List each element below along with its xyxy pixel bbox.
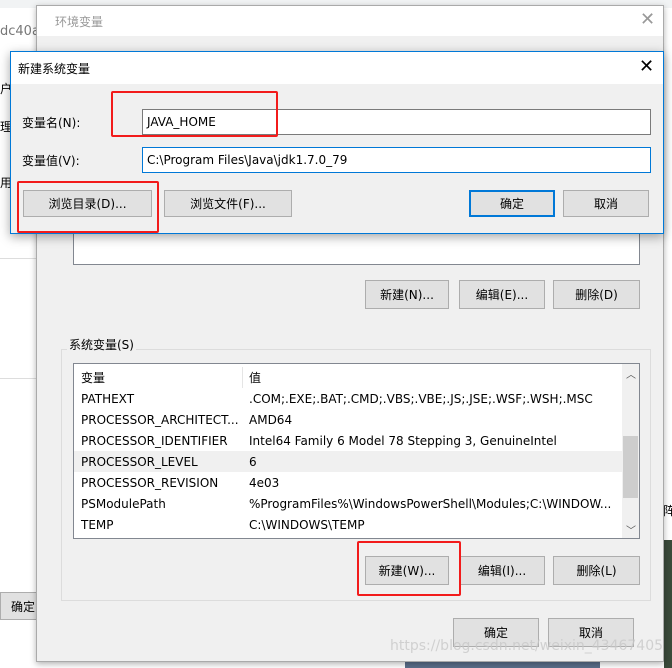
variable-value: %ProgramFiles%\WindowsPowerShell\Modules… — [249, 496, 612, 511]
system-group-label: 系统变量(S) — [67, 336, 136, 353]
chevron-down-icon[interactable]: ﹀ — [626, 522, 636, 537]
user-delete-button[interactable]: 删除(D) — [553, 280, 640, 309]
table-row[interactable]: TEMP C:\WINDOWS\TEMP — [74, 514, 622, 535]
column-header-value[interactable]: 值 — [249, 369, 261, 386]
name-label: 变量名(N): — [22, 116, 81, 130]
variable-value: AMD64 — [249, 412, 293, 427]
variable-value: 6 — [249, 454, 257, 469]
table-row[interactable]: PSModulePath %ProgramFiles%\WindowsPowerS… — [74, 493, 622, 514]
browse-file-button[interactable]: 浏览文件(F)... — [164, 190, 292, 217]
user-edit-button[interactable]: 编辑(E)... — [459, 280, 545, 309]
highlight-box — [357, 541, 461, 596]
cancel-button[interactable]: 取消 — [563, 190, 649, 217]
table-row[interactable]: PROCESSOR_IDENTIFIER Intel64 Family 6 Mod… — [74, 430, 622, 451]
list-header: 变量 值 — [74, 367, 622, 388]
highlight-box — [111, 91, 278, 137]
ok-button[interactable]: 确定 — [469, 190, 555, 217]
variable-value: 4e03 — [249, 475, 280, 490]
variable-name: PATHEXT — [81, 391, 135, 406]
value-input[interactable]: C:\Program Files\Java\jdk1.7.0_79 — [142, 147, 651, 173]
highlight-box — [17, 181, 159, 233]
watermark: https://blog.csdn.net/weixin_43467405 — [390, 638, 664, 654]
chevron-up-icon[interactable]: ︿ — [626, 366, 636, 381]
scrollbar-thumb[interactable] — [623, 436, 638, 498]
column-header-name[interactable]: 变量 — [81, 369, 105, 386]
user-new-button[interactable]: 新建(N)... — [365, 280, 449, 309]
variable-value: Intel64 Family 6 Model 78 Stepping 3, Ge… — [249, 433, 557, 448]
variable-name: TEMP — [81, 517, 114, 532]
variable-name: PROCESSOR_IDENTIFIER — [81, 433, 228, 448]
new-var-dialog-title: 新建系统变量 — [18, 62, 91, 76]
variable-name: PROCESSOR_ARCHITECT... — [81, 412, 239, 427]
scrollbar[interactable]: ︿ ﹀ — [622, 364, 639, 538]
variable-value: C:\WINDOWS\TEMP — [249, 517, 365, 532]
system-edit-button[interactable]: 编辑(I)... — [459, 556, 545, 585]
table-row[interactable]: PROCESSOR_LEVEL 6 — [74, 451, 622, 472]
variable-value: .COM;.EXE;.BAT;.CMD;.VBS;.VBE;.JS;.JSE;.… — [249, 391, 593, 406]
env-dialog-title: 环境变量 — [55, 15, 104, 29]
table-row[interactable]: PATHEXT .COM;.EXE;.BAT;.CMD;.VBS;.VBE;.JS… — [74, 388, 622, 409]
side-text: 阵 — [663, 504, 672, 518]
variable-name: PSModulePath — [81, 496, 166, 511]
variable-name: PROCESSOR_REVISION — [81, 475, 219, 490]
value-label: 变量值(V): — [22, 154, 80, 168]
system-var-list[interactable]: 变量 值 PATHEXT .COM;.EXE;.BAT;.CMD;.VBS;.VB… — [73, 363, 640, 539]
table-row[interactable]: PROCESSOR_ARCHITECT... AMD64 — [74, 409, 622, 430]
system-delete-button[interactable]: 删除(L) — [553, 556, 640, 585]
table-row[interactable]: PROCESSOR_REVISION 4e03 — [74, 472, 622, 493]
close-icon[interactable]: ✕ — [639, 56, 654, 77]
close-icon[interactable]: ✕ — [640, 9, 655, 30]
variable-name: PROCESSOR_LEVEL — [81, 454, 198, 469]
